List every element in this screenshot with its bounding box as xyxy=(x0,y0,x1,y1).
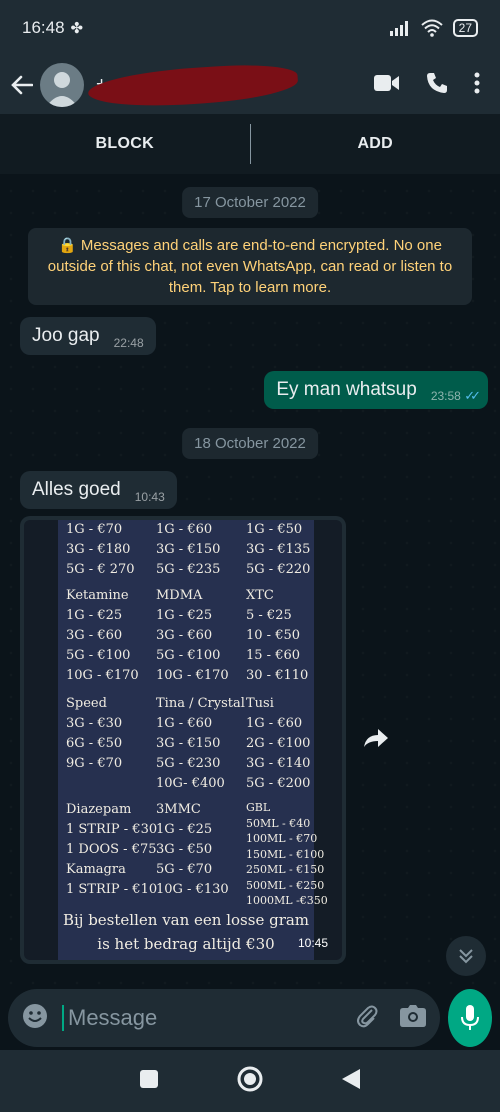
price-list-image: 1G - €70 3G - €180 5G - € 270 1G - €60 3… xyxy=(58,520,328,960)
pinwheel-icon: ✤ xyxy=(70,20,84,37)
menu-block: Tina / Crystal 1G - €60 3G - €150 5G - €… xyxy=(156,696,245,791)
add-button[interactable]: ADD xyxy=(251,135,500,153)
chevron-double-down-icon[interactable] xyxy=(446,936,486,976)
status-time: 16:48 xyxy=(22,18,65,37)
message-text: Alles goed xyxy=(32,479,121,500)
menu-block: XTC 5 - €25 10 - €50 15 - €60 30 - €110 xyxy=(246,588,309,683)
menu-block: 1G - €70 3G - €180 5G - € 270 xyxy=(66,522,135,577)
redaction-mark xyxy=(87,60,299,112)
contact-name[interactable]: + xyxy=(87,60,316,112)
encryption-notice[interactable]: 🔒 Messages and calls are end-to-end encr… xyxy=(28,228,472,305)
mic-icon xyxy=(461,1005,479,1030)
status-bar: 16:48 ✤ 27 xyxy=(0,0,500,56)
date-chip: 17 October 2022 xyxy=(182,187,318,218)
message-text: Ey man whatsup xyxy=(276,379,417,400)
more-vert-icon[interactable] xyxy=(474,72,480,99)
menu-block: GBL 50ML - €40 100ML - €70 150ML - €100 … xyxy=(246,801,328,907)
message-bubble-incoming[interactable]: Joo gap 22:48 xyxy=(20,317,156,355)
message-input-box[interactable] xyxy=(8,989,440,1047)
home-icon[interactable] xyxy=(236,1065,264,1098)
avatar[interactable] xyxy=(40,63,84,107)
wifi-icon xyxy=(420,19,443,37)
camera-icon[interactable] xyxy=(400,1004,426,1032)
message-input[interactable] xyxy=(62,1005,356,1031)
menu-block: Diazepam 1 STRIP - €30 1 DOOS - €75 Kama… xyxy=(66,802,158,897)
menu-block: 3MMC 1G - €25 3G - €50 5G - €70 10G - €1… xyxy=(156,802,229,897)
message-time: 10:45 xyxy=(297,936,328,950)
message-time: 10:43 xyxy=(134,490,165,504)
forward-icon[interactable] xyxy=(356,718,396,758)
composer xyxy=(0,988,500,1048)
system-nav-bar xyxy=(0,1050,500,1112)
phone-icon[interactable] xyxy=(426,72,448,99)
double-check-icon: ✓✓ xyxy=(464,388,481,403)
battery-indicator: 27 xyxy=(452,19,478,37)
back-arrow-icon[interactable] xyxy=(4,75,40,95)
menu-block: MDMA 1G - €25 3G - €60 5G - €100 10G - €… xyxy=(156,588,229,683)
unknown-contact-banner: BLOCK ADD xyxy=(0,114,500,174)
message-bubble-incoming[interactable]: Alles goed 10:43 xyxy=(20,471,177,509)
recents-icon[interactable] xyxy=(139,1069,159,1094)
emoji-icon[interactable] xyxy=(22,1003,48,1034)
menu-block: Tusi 1G - €60 2G - €100 3G - €140 5G - €… xyxy=(246,696,311,791)
menu-block: 1G - €60 3G - €150 5G - €235 xyxy=(156,522,221,577)
chat-header: + xyxy=(0,56,500,114)
paperclip-icon[interactable] xyxy=(356,1004,378,1033)
chat-area[interactable]: BLOCK ADD 17 October 2022 🔒 Messages and… xyxy=(0,114,500,986)
block-button[interactable]: BLOCK xyxy=(0,135,250,153)
message-image[interactable]: 1G - €70 3G - €180 5G - € 270 1G - €60 3… xyxy=(24,520,342,960)
mic-button[interactable] xyxy=(448,989,492,1047)
message-text: Joo gap xyxy=(32,325,100,346)
menu-footer: Bij bestellen van een losse gram is het … xyxy=(62,911,310,953)
signal-icon xyxy=(389,21,408,36)
message-time: 23:58 ✓✓ xyxy=(430,388,481,403)
menu-block: Speed 3G - €30 6G - €50 9G - €70 xyxy=(66,696,123,771)
image-message[interactable]: 1G - €70 3G - €180 5G - € 270 1G - €60 3… xyxy=(20,516,346,964)
back-nav-icon[interactable] xyxy=(341,1068,361,1095)
date-chip: 18 October 2022 xyxy=(182,428,318,459)
video-call-icon[interactable] xyxy=(374,74,400,97)
menu-block: 1G - €50 3G - €135 5G - €220 xyxy=(246,522,311,577)
message-time: 22:48 xyxy=(113,336,144,350)
message-bubble-outgoing[interactable]: Ey man whatsup 23:58 ✓✓ xyxy=(264,371,488,409)
menu-block: Ketamine 1G - €25 3G - €60 5G - €100 10G… xyxy=(66,588,139,683)
